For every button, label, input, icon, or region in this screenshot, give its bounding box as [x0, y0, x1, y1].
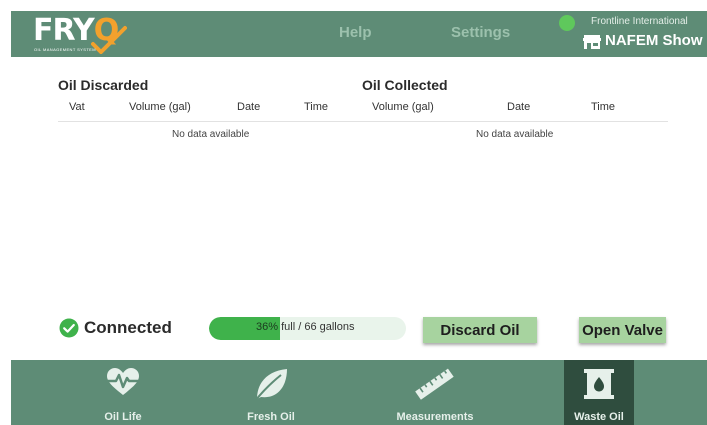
logo-tagline: OIL MANAGEMENT SYSTEM	[34, 47, 96, 52]
tab-oil-life-label: Oil Life	[104, 411, 142, 423]
oil-barrel-icon	[584, 369, 614, 399]
tab-fresh-oil-label: Fresh Oil	[247, 411, 295, 423]
collected-empty-text: No data available	[476, 129, 554, 140]
nav-settings-link[interactable]: Settings	[451, 24, 510, 41]
store-icon	[583, 35, 601, 49]
discarded-col-volume: Volume (gal)	[129, 101, 191, 113]
location-selector[interactable]: NAFEM Show	[605, 32, 703, 49]
logo-check-swoosh	[91, 26, 127, 54]
collected-table-divider	[364, 121, 668, 122]
leaf-icon	[254, 369, 287, 401]
tab-measurements-label: Measurements	[396, 411, 474, 423]
discarded-col-time: Time	[304, 101, 329, 113]
discarded-empty-text: No data available	[172, 129, 250, 140]
oil-discarded-title: Oil Discarded	[58, 77, 149, 93]
tab-waste-oil[interactable]: Waste Oil	[564, 360, 634, 425]
tab-waste-oil-label: Waste Oil	[574, 411, 624, 423]
connected-check-icon	[59, 318, 79, 338]
oil-level-capacity: full / 66 gallons	[281, 321, 355, 333]
discarded-col-date: Date	[237, 101, 261, 113]
company-name: Frontline International	[591, 16, 688, 27]
connection-status-dot	[559, 15, 575, 31]
collected-col-time: Time	[591, 101, 616, 113]
oil-collected-title: Oil Collected	[362, 77, 448, 93]
tab-oil-life[interactable]: Oil Life	[83, 360, 163, 425]
collected-col-volume: Volume (gal)	[372, 101, 434, 113]
bottom-navigation: Oil Life Fresh Oil Measurements Waste Oi…	[11, 360, 707, 425]
tab-fresh-oil[interactable]: Fresh Oil	[229, 360, 313, 425]
tab-measurements[interactable]: Measurements	[389, 360, 481, 425]
app-window: FRYQ OIL MANAGEMENT SYSTEM Help Settings…	[11, 11, 707, 425]
open-valve-button[interactable]: Open Valve	[579, 317, 666, 343]
fryq-logo: FRYQ OIL MANAGEMENT SYSTEM	[33, 14, 133, 54]
header-bar: FRYQ OIL MANAGEMENT SYSTEM Help Settings…	[11, 11, 707, 57]
oil-level-progress-bar: 36% full / 66 gallons	[209, 317, 406, 340]
connection-status-text: Connected	[84, 318, 172, 337]
discarded-table-divider	[58, 121, 364, 122]
nav-help-link[interactable]: Help	[339, 24, 372, 41]
ruler-icon	[415, 368, 454, 400]
oil-level-percent: 36%	[256, 321, 279, 333]
oil-level-progress-label: 36% full / 66 gallons	[256, 321, 354, 333]
discard-oil-button[interactable]: Discard Oil	[423, 317, 537, 343]
heart-pulse-icon	[105, 368, 141, 395]
logo-fry-text: FRY	[33, 13, 95, 48]
discarded-col-vat: Vat	[69, 101, 85, 113]
collected-col-date: Date	[507, 101, 531, 113]
